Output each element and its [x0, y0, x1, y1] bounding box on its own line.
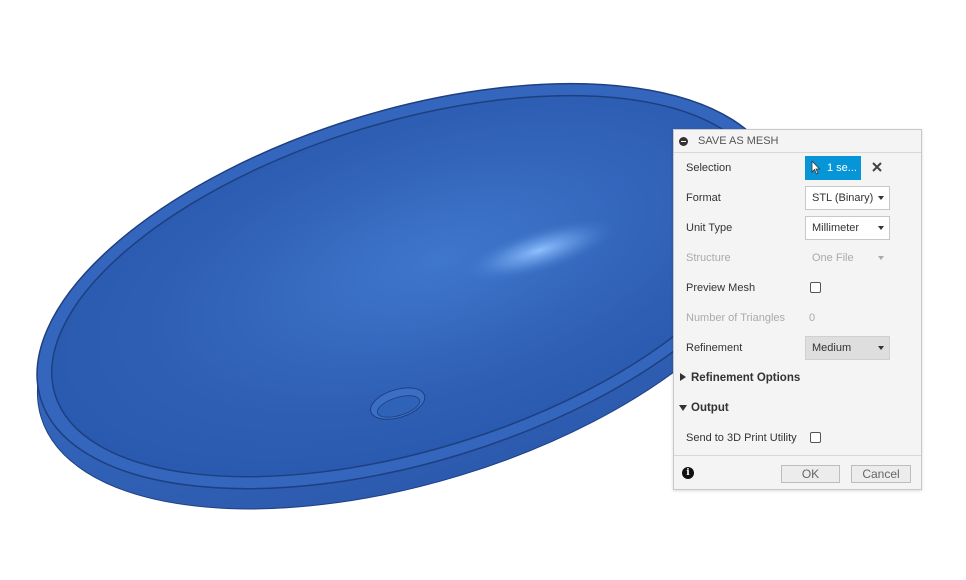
preview-mesh-label: Preview Mesh — [686, 282, 756, 294]
structure-label: Structure — [686, 252, 731, 264]
expand-icon — [680, 373, 686, 381]
output-section[interactable]: Output — [674, 393, 921, 423]
structure-value: One File — [812, 252, 854, 264]
refinement-value: Medium — [812, 342, 852, 354]
refinement-row: Refinement Medium — [674, 333, 921, 363]
number-of-triangles-row: Number of Triangles 0 — [674, 303, 921, 333]
preview-mesh-row: Preview Mesh — [674, 273, 921, 303]
selection-value: 1 se... — [827, 162, 857, 174]
unit-type-row: Unit Type Millimeter — [674, 213, 921, 243]
send-to-3d-print-label: Send to 3D Print Utility — [686, 432, 797, 444]
number-of-triangles-label: Number of Triangles — [686, 312, 786, 324]
chevron-down-icon — [878, 346, 884, 350]
unit-type-dropdown[interactable]: Millimeter — [805, 216, 890, 240]
number-of-triangles-value: 0 — [809, 312, 816, 324]
send-to-3d-print-checkbox[interactable] — [810, 432, 821, 443]
chevron-down-icon — [878, 226, 884, 230]
dialog-title: SAVE AS MESH — [698, 135, 779, 147]
refinement-options-section[interactable]: Refinement Options — [674, 363, 921, 393]
refinement-options-label: Refinement Options — [691, 372, 801, 384]
dialog-header: SAVE AS MESH — [674, 130, 921, 153]
save-as-mesh-dialog: SAVE AS MESH Selection 1 se... Format ST… — [673, 129, 922, 490]
chevron-down-icon — [878, 196, 884, 200]
chevron-down-icon — [878, 256, 884, 260]
collapse-dialog-icon[interactable] — [679, 136, 688, 146]
collapse-icon — [679, 405, 687, 411]
format-value: STL (Binary) — [812, 192, 874, 204]
unit-type-value: Millimeter — [812, 222, 860, 234]
format-dropdown[interactable]: STL (Binary) — [805, 186, 890, 210]
structure-row: Structure One File — [674, 243, 921, 273]
refinement-dropdown[interactable]: Medium — [805, 336, 890, 360]
format-row: Format STL (Binary) — [674, 183, 921, 213]
unit-type-label: Unit Type — [686, 222, 733, 234]
close-icon[interactable] — [870, 160, 884, 174]
structure-dropdown: One File — [805, 246, 890, 270]
dialog-footer: i OK Cancel — [674, 455, 921, 490]
info-icon[interactable]: i — [682, 467, 694, 479]
output-label: Output — [691, 402, 729, 414]
preview-mesh-checkbox[interactable] — [810, 282, 821, 293]
refinement-label: Refinement — [686, 342, 743, 354]
cancel-button[interactable]: Cancel — [851, 465, 911, 483]
format-label: Format — [686, 192, 721, 204]
selection-button[interactable]: 1 se... — [805, 156, 861, 180]
selection-row: Selection 1 se... — [674, 153, 921, 183]
ok-button[interactable]: OK — [781, 465, 840, 483]
cursor-arrow-icon — [811, 161, 821, 175]
send-to-3d-print-row: Send to 3D Print Utility — [674, 423, 921, 453]
selection-label: Selection — [686, 162, 732, 174]
